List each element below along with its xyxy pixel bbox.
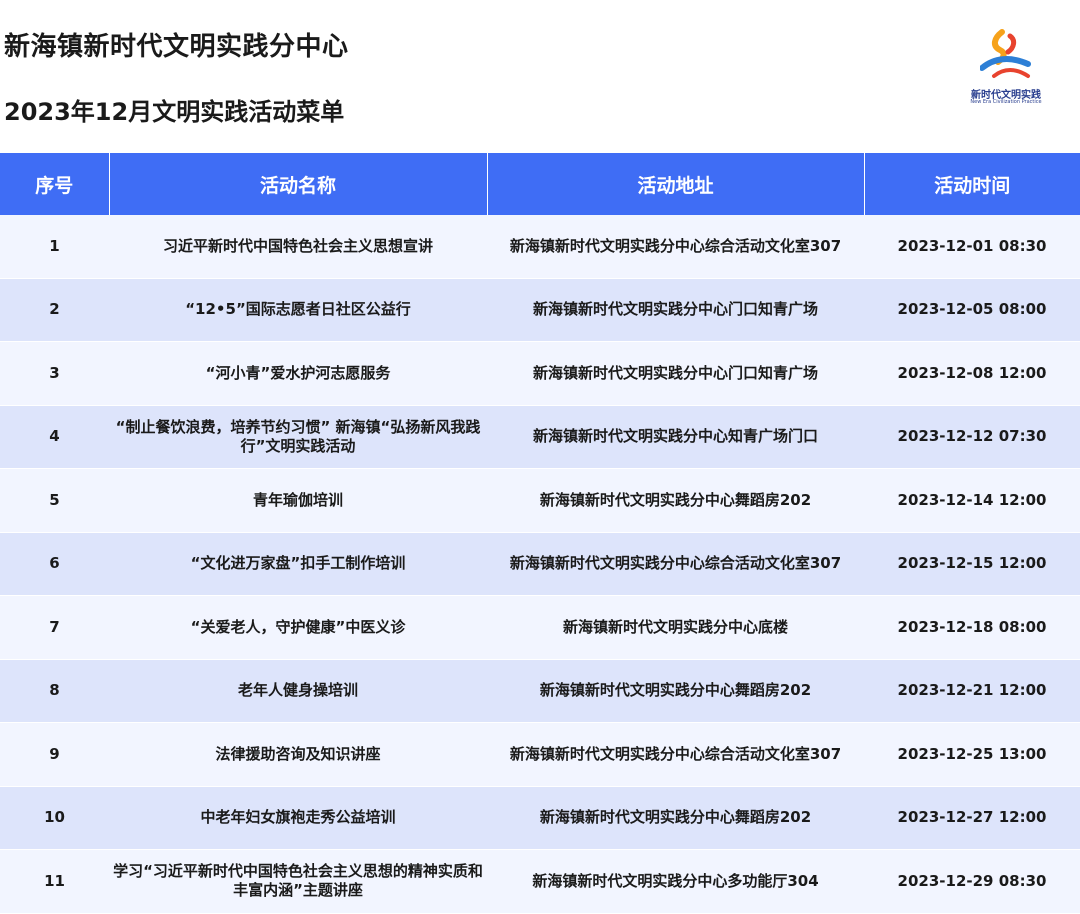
table-row: 1 习近平新时代中国特色社会主义思想宣讲 新海镇新时代文明实践分中心综合活动文化… <box>0 215 1080 279</box>
column-header-name: 活动名称 <box>109 153 488 215</box>
cell-name: 学习“习近平新时代中国特色社会主义思想的精神实质和丰富内涵”主题讲座 <box>109 849 487 914</box>
column-header-address: 活动地址 <box>487 153 865 215</box>
cell-time: 2023-12-12 07:30 <box>864 405 1080 469</box>
cell-no: 3 <box>0 341 109 406</box>
cell-name: 法律援助咨询及知识讲座 <box>109 722 487 787</box>
cell-time: 2023-12-21 12:00 <box>864 659 1080 723</box>
cell-time: 2023-12-05 08:00 <box>864 278 1080 342</box>
cell-address: 新海镇新时代文明实践分中心知青广场门口 <box>487 405 864 469</box>
cell-no: 1 <box>0 215 109 279</box>
cell-address: 新海镇新时代文明实践分中心舞蹈房202 <box>487 786 864 850</box>
cell-time: 2023-12-01 08:30 <box>864 215 1080 279</box>
table-row: 8 老年人健身操培训 新海镇新时代文明实践分中心舞蹈房202 2023-12-2… <box>0 659 1080 723</box>
cell-address: 新海镇新时代文明实践分中心底楼 <box>487 595 864 660</box>
cell-time: 2023-12-14 12:00 <box>864 468 1080 533</box>
cell-address: 新海镇新时代文明实践分中心舞蹈房202 <box>487 468 864 533</box>
cell-address: 新海镇新时代文明实践分中心舞蹈房202 <box>487 659 864 723</box>
cell-address: 新海镇新时代文明实践分中心多功能厅304 <box>487 849 864 914</box>
table-row: 7 “关爱老人，守护健康”中医义诊 新海镇新时代文明实践分中心底楼 2023-1… <box>0 595 1080 660</box>
table-row: 3 “河小青”爱水护河志愿服务 新海镇新时代文明实践分中心门口知青广场 2023… <box>0 341 1080 406</box>
cell-no: 10 <box>0 786 109 850</box>
cell-time: 2023-12-08 12:00 <box>864 341 1080 406</box>
cell-name: 青年瑜伽培训 <box>109 468 487 533</box>
cell-name: “关爱老人，守护健康”中医义诊 <box>109 595 487 660</box>
table-row: 11 学习“习近平新时代中国特色社会主义思想的精神实质和丰富内涵”主题讲座 新海… <box>0 849 1080 914</box>
table-row: 2 “12•5”国际志愿者日社区公益行 新海镇新时代文明实践分中心门口知青广场 … <box>0 278 1080 342</box>
cell-name: “河小青”爱水护河志愿服务 <box>109 341 487 406</box>
table-row: 9 法律援助咨询及知识讲座 新海镇新时代文明实践分中心综合活动文化室307 20… <box>0 722 1080 787</box>
cell-address: 新海镇新时代文明实践分中心综合活动文化室307 <box>487 215 864 279</box>
table-row: 10 中老年妇女旗袍走秀公益培训 新海镇新时代文明实践分中心舞蹈房202 202… <box>0 786 1080 850</box>
cell-name: “12•5”国际志愿者日社区公益行 <box>109 278 487 342</box>
table-row: 4 “制止餐饮浪费，培养节约习惯” 新海镇“弘扬新风我践行”文明实践活动 新海镇… <box>0 405 1080 469</box>
table-header-row: 序号 活动名称 活动地址 活动时间 <box>0 153 1080 215</box>
logo: 新时代文明实践 New Era Civilization Practice <box>958 28 1054 112</box>
cell-time: 2023-12-29 08:30 <box>864 849 1080 914</box>
table-row: 5 青年瑜伽培训 新海镇新时代文明实践分中心舞蹈房202 2023-12-14 … <box>0 468 1080 533</box>
cell-time: 2023-12-18 08:00 <box>864 595 1080 660</box>
activity-table: 序号 活动名称 活动地址 活动时间 1 习近平新时代中国特色社会主义思想宣讲 新… <box>0 153 1080 914</box>
cell-no: 6 <box>0 532 109 596</box>
cell-no: 8 <box>0 659 109 723</box>
page-subtitle: 2023年12月文明实践活动菜单 <box>4 98 345 126</box>
column-header-time: 活动时间 <box>864 153 1080 215</box>
logo-mark-icon <box>980 29 1031 78</box>
cell-no: 2 <box>0 278 109 342</box>
cell-address: 新海镇新时代文明实践分中心综合活动文化室307 <box>487 722 864 787</box>
cell-time: 2023-12-27 12:00 <box>864 786 1080 850</box>
cell-address: 新海镇新时代文明实践分中心门口知青广场 <box>487 341 864 406</box>
cell-no: 9 <box>0 722 109 787</box>
cell-no: 7 <box>0 595 109 660</box>
cell-name: 中老年妇女旗袍走秀公益培训 <box>109 786 487 850</box>
table-row: 6 “文化进万家盘”扣手工制作培训 新海镇新时代文明实践分中心综合活动文化室30… <box>0 532 1080 596</box>
cell-no: 11 <box>0 849 109 914</box>
cell-no: 4 <box>0 405 109 469</box>
cell-time: 2023-12-25 13:00 <box>864 722 1080 787</box>
cell-name: “制止餐饮浪费，培养节约习惯” 新海镇“弘扬新风我践行”文明实践活动 <box>109 405 487 469</box>
cell-no: 5 <box>0 468 109 533</box>
column-header-no: 序号 <box>0 153 110 215</box>
cell-name: “文化进万家盘”扣手工制作培训 <box>109 532 487 596</box>
cell-time: 2023-12-15 12:00 <box>864 532 1080 596</box>
logo-text-en: New Era Civilization Practice <box>970 99 1042 105</box>
cell-name: 老年人健身操培训 <box>109 659 487 723</box>
page-title: 新海镇新时代文明实践分中心 <box>4 32 349 62</box>
cell-name: 习近平新时代中国特色社会主义思想宣讲 <box>109 215 487 279</box>
cell-address: 新海镇新时代文明实践分中心综合活动文化室307 <box>487 532 864 596</box>
cell-address: 新海镇新时代文明实践分中心门口知青广场 <box>487 278 864 342</box>
